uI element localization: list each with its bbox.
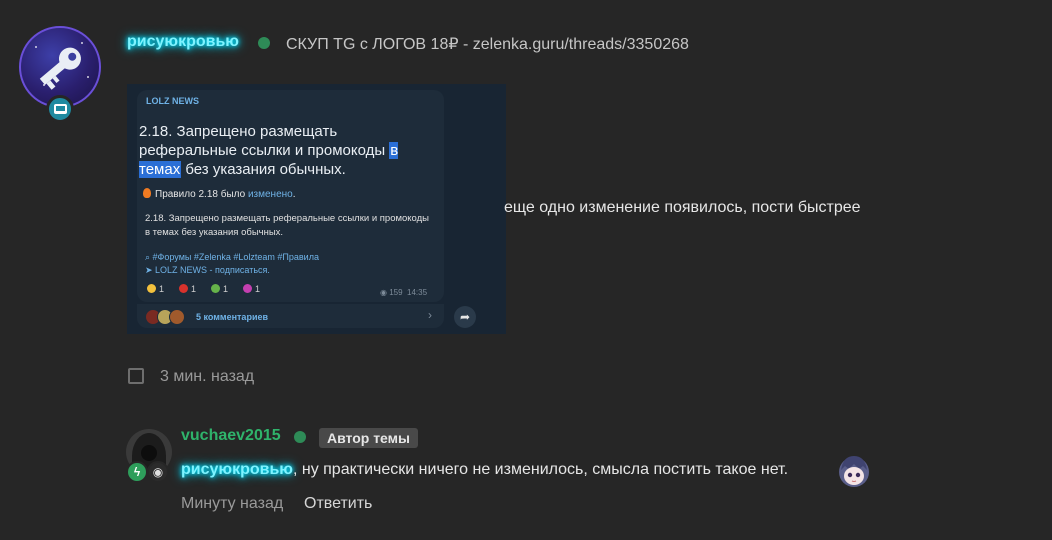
- tg-channel-name: LOLZ NEWS: [146, 96, 199, 106]
- tg-view-count: 159: [389, 288, 403, 297]
- reaction-count: 1: [159, 284, 165, 294]
- reply-time[interactable]: Минуту назад: [181, 495, 283, 513]
- reaction-count: 1: [223, 284, 229, 294]
- mention-link[interactable]: рисуюкровью: [181, 461, 293, 478]
- tg-views: ◉ 159 14:35: [380, 288, 427, 297]
- tg-tags-text: #Форумы #Zelenka #Lolzteam #Правила: [152, 252, 319, 262]
- tg-time: 14:35: [407, 288, 428, 297]
- tg-heading-text-end: без указания обычных.: [181, 161, 346, 178]
- eye-icon: ◉: [380, 288, 390, 297]
- reply-button[interactable]: Ответить: [304, 495, 372, 513]
- tg-heading-text: 2.18. Запрещено размещать реферальные сс…: [139, 123, 390, 159]
- tg-rule-line: Правило 2.18 было изменено.: [143, 188, 296, 200]
- anime-girl-emoji: [839, 456, 869, 487]
- attached-screenshot[interactable]: LOLZ NEWS 2.18. Запрещено размещать рефе…: [127, 84, 506, 334]
- tg-subscribe-text: LOLZ NEWS - подписаться.: [155, 265, 270, 275]
- bolt-icon: ϟ: [126, 461, 148, 483]
- post-message: еще одно изменение появилось, пости быст…: [504, 199, 861, 216]
- telegram-icon: ➤: [145, 265, 156, 275]
- fire-icon: [143, 188, 151, 198]
- reaction-count: 1: [255, 284, 261, 294]
- reply-author-name[interactable]: vuchaev2015: [181, 427, 281, 445]
- tg-subscribe: ➤ LOLZ NEWS - подписаться.: [145, 265, 270, 276]
- tg-rule-suffix: .: [292, 189, 296, 200]
- reaction-count: 1: [191, 284, 197, 294]
- reaction-tree: 1: [211, 284, 228, 294]
- post-time[interactable]: 3 мин. назад: [160, 368, 254, 386]
- online-status-dot: [294, 431, 306, 443]
- computer-badge-icon: [46, 95, 74, 123]
- post-author-name[interactable]: рисуюкровью: [127, 33, 239, 51]
- thread-link[interactable]: СКУП TG с ЛОГОВ 18₽ - zelenka.guru/threa…: [286, 34, 689, 54]
- chevron-right-icon: ›: [428, 308, 432, 322]
- tree-icon: [211, 284, 220, 293]
- tg-heading: 2.18. Запрещено размещать реферальные сс…: [139, 122, 439, 179]
- search-icon: ⌕: [145, 252, 153, 262]
- tg-body: 2.18. Запрещено размещать реферальные сс…: [145, 213, 430, 238]
- tg-tags: ⌕ #Форумы #Zelenka #Lolzteam #Правила: [145, 252, 319, 263]
- tg-comments-link: 5 комментариев: [196, 312, 269, 322]
- reaction-heart: 1: [179, 284, 196, 294]
- select-checkbox[interactable]: [128, 368, 144, 384]
- reply-text: , ну практически ничего не изменилось, с…: [292, 461, 789, 478]
- eye-icon: ◉: [147, 461, 169, 483]
- reply-message: рисуюкровью, ну практически ничего не из…: [181, 461, 788, 479]
- reaction-sparkle: 1: [243, 284, 260, 294]
- sparkle-icon: [243, 284, 252, 293]
- share-icon: ➦: [454, 306, 476, 328]
- avatar: [169, 309, 185, 325]
- thumbs-up-icon: [147, 284, 156, 293]
- online-status-dot: [258, 37, 270, 49]
- tg-rule-link: изменено: [247, 189, 293, 200]
- author-badge: Автор темы: [319, 428, 418, 448]
- tg-rule-prefix: Правило 2.18 было: [155, 189, 248, 200]
- heart-icon: [179, 284, 188, 293]
- reaction-thumbs: 1: [147, 284, 164, 294]
